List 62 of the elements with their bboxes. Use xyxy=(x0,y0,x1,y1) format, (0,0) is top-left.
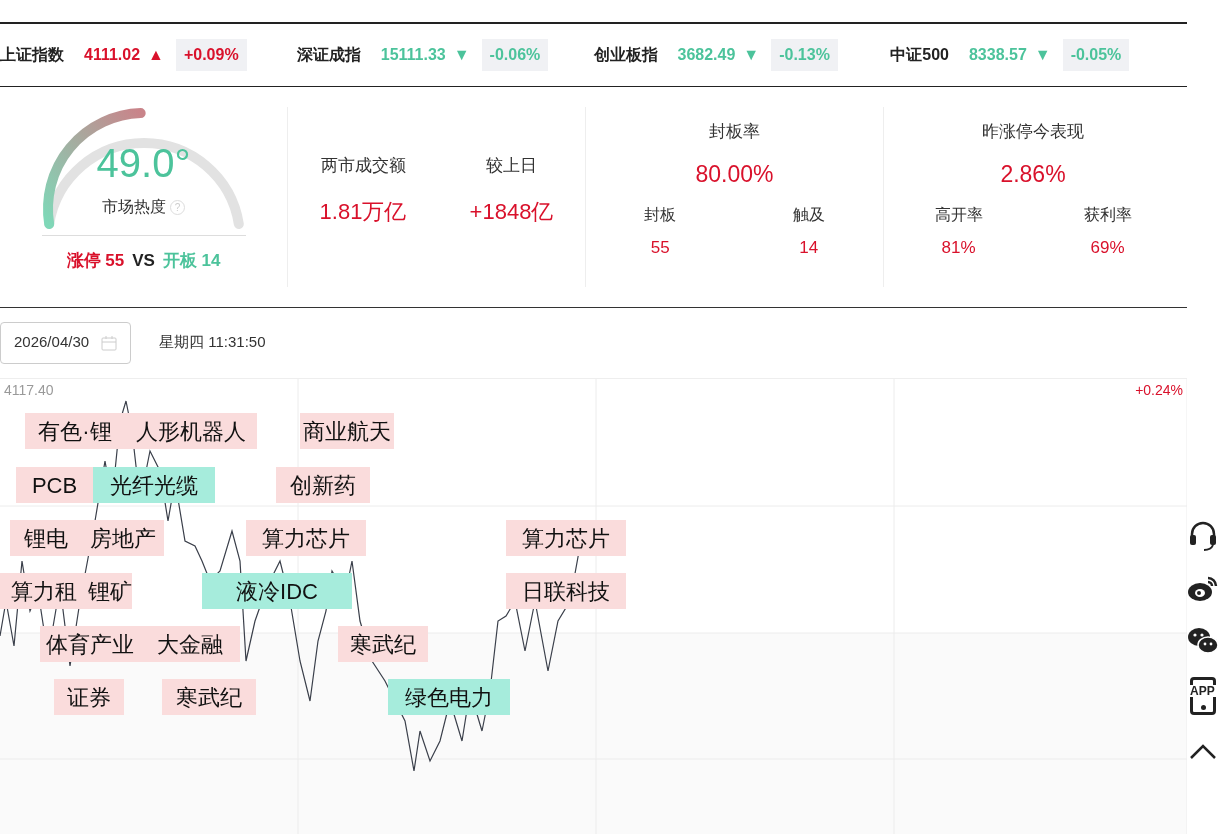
sector-tag: 寒武纪 xyxy=(162,679,256,715)
stat-title: 昨涨停今表现 xyxy=(982,121,1084,143)
stat-label: 两市成交额 xyxy=(320,155,406,177)
stat-value: 55 xyxy=(650,237,670,259)
trend-arrow: ▲ xyxy=(148,45,164,65)
index-name: 上证指数 xyxy=(0,45,64,65)
sector-tag: 绿色电力 xyxy=(388,679,510,715)
sector-tag: 锂矿 xyxy=(88,573,132,609)
index-change: +0.09% xyxy=(175,39,247,71)
sector-tag: 算力芯片 xyxy=(506,520,626,556)
stat-value: 1.81万亿 xyxy=(319,197,407,226)
stat-value: 14 xyxy=(799,237,819,259)
axis-top-value: 4117.40 xyxy=(4,381,54,400)
trend-arrow: ▼ xyxy=(1034,45,1051,65)
sector-tag: 寒武纪 xyxy=(338,626,428,662)
axis-top-change: +0.24% xyxy=(1135,381,1183,400)
trend-arrow: ▼ xyxy=(453,45,470,65)
stat-label: 较上日 xyxy=(486,155,537,177)
stat-value: 2.86% xyxy=(1000,159,1066,189)
index-name: 深证成指 xyxy=(296,45,361,65)
sector-tag: PCB xyxy=(16,467,93,503)
sector-tag: 房地产 xyxy=(82,520,164,556)
index-change: -0.13% xyxy=(771,39,838,71)
sector-tag: 液冷IDC xyxy=(202,573,352,609)
index-value: 4111.02 xyxy=(84,45,141,65)
sector-tag: 算力租 xyxy=(0,573,88,609)
sector-tag: 人形机器人 xyxy=(125,413,257,449)
trend-arrow: ▼ xyxy=(743,45,760,65)
stat-label: 获利率 xyxy=(1083,205,1132,225)
stat-value: 80.00% xyxy=(695,159,774,189)
sector-tag: 日联科技 xyxy=(506,573,626,609)
stat-value: 69% xyxy=(1090,237,1125,259)
sector-tag: 算力芯片 xyxy=(246,520,366,556)
index-name: 中证500 xyxy=(890,45,949,65)
date-field[interactable]: 2026/04/30 xyxy=(0,321,132,364)
sector-tag: 锂电 xyxy=(10,520,82,556)
opened-count: 开板 14 xyxy=(162,250,221,272)
sector-tag: 大金融 xyxy=(140,626,240,662)
index-value: 15111.33 xyxy=(380,45,446,65)
index-change: -0.06% xyxy=(481,39,549,71)
index-value: 8338.57 xyxy=(968,45,1027,65)
sector-tag: 体育产业 xyxy=(40,626,140,662)
index-value: 3682.49 xyxy=(677,45,736,65)
app-download-button[interactable]: APP xyxy=(1190,677,1216,715)
heat-value: 49.0° xyxy=(96,143,191,183)
sector-tag: 光纤光缆 xyxy=(93,467,215,503)
index-name: 创业板指 xyxy=(593,45,658,65)
stat-value: +1848亿 xyxy=(469,197,554,226)
sector-tag: 商业航天 xyxy=(300,413,394,449)
heat-label: 市场热度 xyxy=(102,197,166,217)
sector-tag: 有色·锂 xyxy=(25,413,125,449)
weekday-time: 星期四 11:31:50 xyxy=(159,332,266,353)
index-change: -0.05% xyxy=(1062,39,1130,71)
stat-label: 封板 xyxy=(644,205,677,225)
stat-value: 81% xyxy=(941,237,976,259)
stat-label: 触及 xyxy=(792,205,825,225)
versus-text: VS xyxy=(132,250,155,272)
limit-up-count: 涨停 55 xyxy=(66,250,125,272)
stat-label: 高开率 xyxy=(934,205,983,225)
sector-tag: 证券 xyxy=(54,679,124,715)
sector-tag: 创新药 xyxy=(276,467,370,503)
stat-title: 封板率 xyxy=(709,121,760,143)
